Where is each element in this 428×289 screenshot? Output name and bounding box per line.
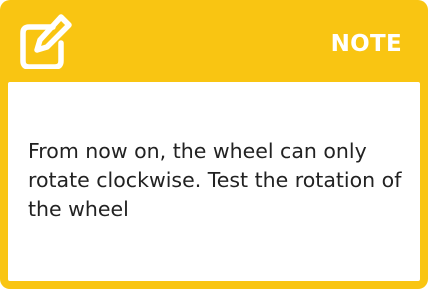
- note-text: From now on, the wheel can only rotate c…: [28, 139, 402, 221]
- edit-icon: [17, 13, 73, 70]
- note-card: NOTE From now on, the wheel can only rot…: [0, 0, 428, 289]
- note-title: NOTE: [330, 31, 402, 57]
- note-header: NOTE: [0, 0, 428, 82]
- note-body: From now on, the wheel can only rotate c…: [8, 82, 420, 281]
